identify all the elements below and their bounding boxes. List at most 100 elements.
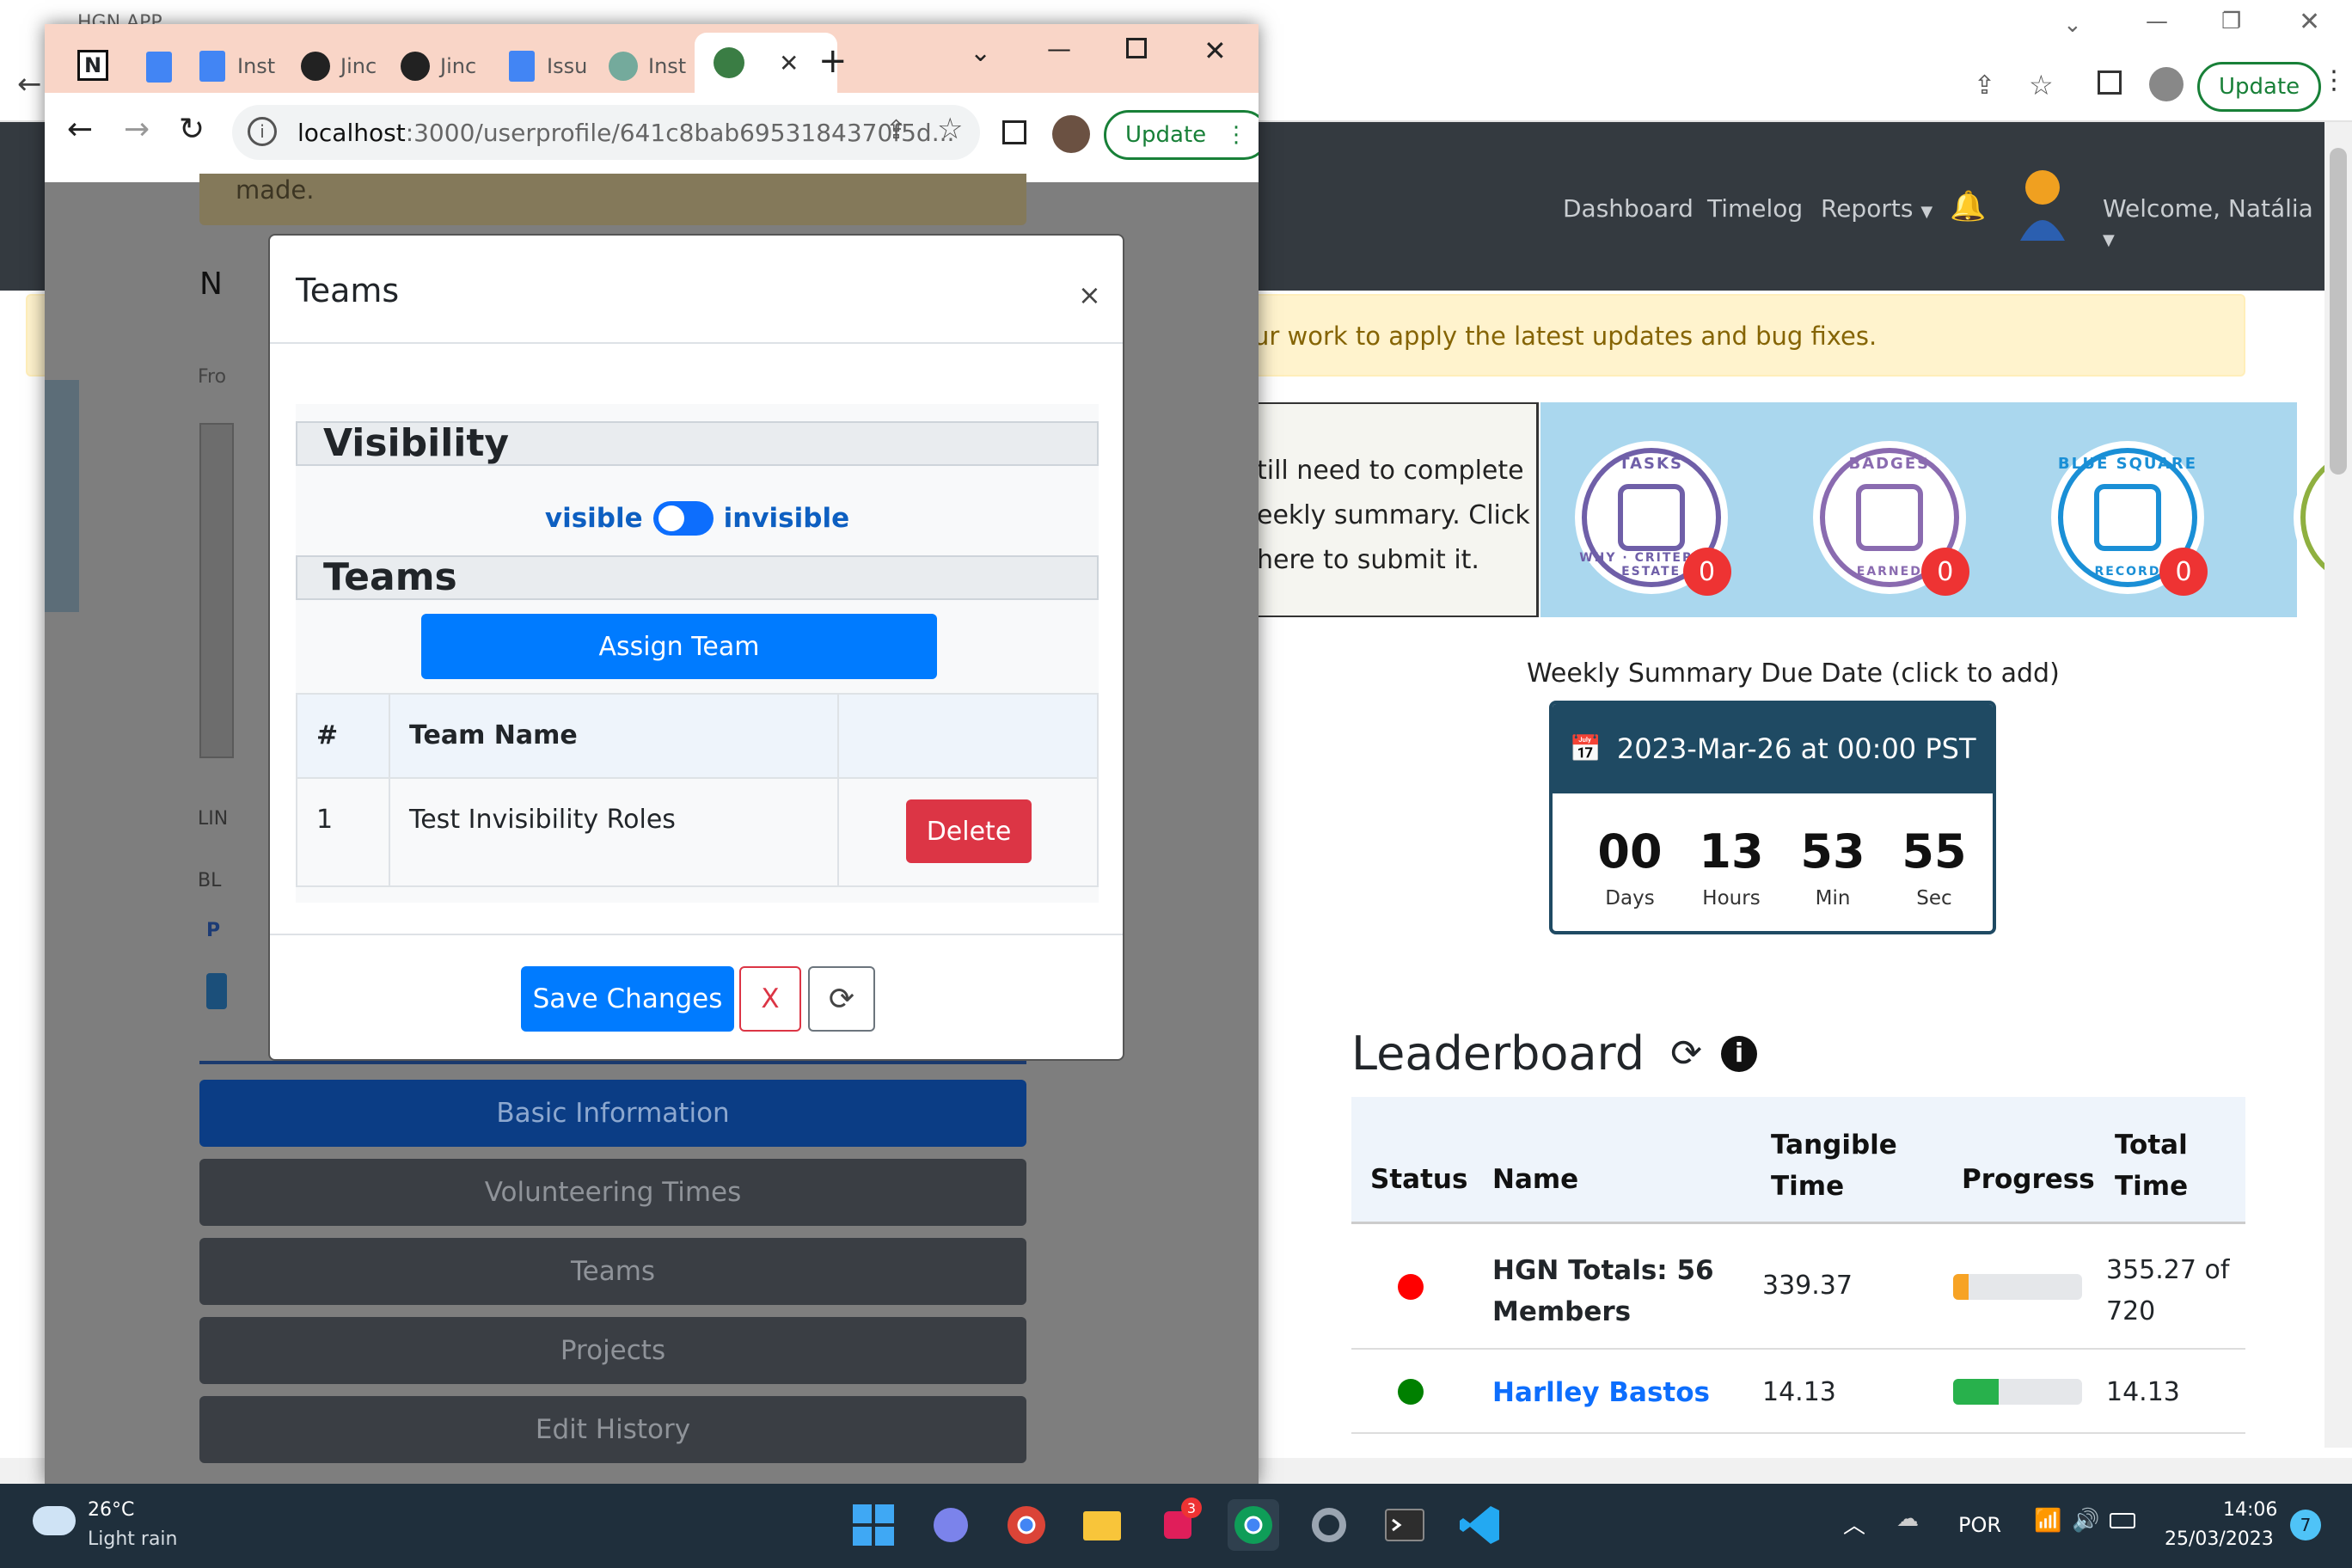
tab-active[interactable]: ✕ [695, 33, 837, 93]
info-icon[interactable]: i [1720, 1035, 1757, 1072]
volunteering-times-tab[interactable]: Volunteering Times [199, 1159, 1026, 1226]
clock-date[interactable]: 25/03/2023 [2165, 1528, 2274, 1550]
table-row[interactable]: HGN Totals: 56 Members 339.37 355.27 of 72… [1351, 1226, 2245, 1350]
update-button[interactable]: Update [2197, 62, 2322, 112]
wifi-icon[interactable]: 📶 [2034, 1508, 2061, 1534]
back-arrow-icon[interactable]: ← [17, 67, 42, 101]
col-progress[interactable]: Progress [1962, 1164, 2095, 1195]
notion-icon[interactable]: N [77, 50, 108, 81]
file-explorer-icon[interactable] [1076, 1499, 1128, 1551]
blue-square-record-badge[interactable]: BLUE SQUARE RECORD 0 [2051, 441, 2208, 596]
minimize-icon[interactable]: — [2146, 9, 2168, 34]
minimize-icon[interactable]: — [1047, 34, 1071, 63]
profile-avatar-icon[interactable] [2149, 67, 2184, 101]
name-line: HGN Totals: 56 [1492, 1255, 1714, 1286]
close-tab-icon[interactable]: ✕ [779, 49, 799, 77]
tasks-why-criteria-badge[interactable]: TASKS WHY · CRITERIA · ESTATE 0 [1574, 441, 1731, 596]
badges-earned-badge[interactable]: BADGES EARNED 0 [1812, 441, 1969, 596]
nav-dashboard[interactable]: Dashboard [1563, 194, 1694, 223]
new-tab-icon[interactable]: + [818, 41, 848, 81]
menu-kebab-icon[interactable]: ⋮ [2321, 65, 2347, 95]
weather-cloud-icon[interactable] [33, 1506, 76, 1535]
tab-inst-2[interactable]: Inst [609, 40, 686, 93]
table-row[interactable]: Harlley Bastos 14.13 14.13 [1351, 1350, 2245, 1434]
vscode-icon[interactable] [1455, 1499, 1506, 1551]
side-panel-icon[interactable] [1002, 120, 1026, 144]
vertical-scrollbar[interactable] [2324, 122, 2352, 1448]
maximize-icon[interactable] [1126, 38, 1147, 58]
menu-kebab-icon[interactable]: ⋮ [1225, 122, 1247, 148]
slack-icon[interactable]: 3 [1152, 1498, 1204, 1551]
col-team-name: Team Name [409, 720, 578, 750]
scrollbar-thumb[interactable] [2330, 148, 2347, 475]
close-window-icon[interactable]: ✕ [1204, 34, 1227, 67]
docs-tab-icon[interactable] [146, 52, 172, 83]
side-panel-icon[interactable] [2098, 70, 2122, 95]
tab-jinc-2[interactable]: Jinc [401, 40, 476, 93]
settings-gear-icon[interactable] [1303, 1499, 1355, 1551]
col-total[interactable]: Total Time [2115, 1124, 2218, 1207]
star-icon[interactable]: ☆ [937, 112, 963, 146]
back-arrow-icon[interactable]: ← [67, 112, 93, 147]
row-name-link[interactable]: Harlley Bastos [1492, 1377, 1710, 1408]
chrome-icon[interactable] [1001, 1499, 1052, 1551]
terminal-icon[interactable] [1379, 1499, 1430, 1551]
due-date-card[interactable]: 📅 2023-Mar-26 at 00:00 PST 00 Days 13 Hour… [1549, 701, 1996, 934]
cloud-off-icon[interactable]: ☁ [1896, 1506, 1919, 1532]
profile-image-fragment [199, 423, 234, 758]
modal-close-button[interactable]: × [1078, 279, 1101, 311]
weather-desc[interactable]: Light rain [88, 1528, 177, 1550]
language-indicator[interactable]: POR [1958, 1513, 2001, 1537]
profile-avatar-icon[interactable] [1052, 115, 1090, 153]
col-tangible[interactable]: Tangible Time [1771, 1124, 1908, 1207]
restore-icon[interactable]: ❐ [2221, 9, 2241, 34]
forward-arrow-icon[interactable]: → [124, 112, 150, 147]
notification-count[interactable]: 7 [2290, 1510, 2321, 1540]
nav-timelog[interactable]: Timelog [1707, 194, 1803, 223]
projects-tab[interactable]: Projects [199, 1317, 1026, 1384]
star-icon[interactable]: ☆ [2029, 69, 2054, 101]
fragment-text: Fro [198, 366, 227, 388]
chrome-active-icon[interactable] [1228, 1499, 1279, 1551]
row-name[interactable]: HGN Totals: 56 Members [1492, 1250, 1714, 1332]
bell-icon[interactable]: 🔔 [1950, 189, 1986, 224]
weekly-summary-reminder[interactable]: till need to complete eekly summary. Cli… [1238, 402, 1539, 617]
visibility-switch[interactable] [652, 501, 714, 536]
chevron-up-icon[interactable]: ︿ [1843, 1508, 1865, 1540]
address-bar[interactable]: i localhost:3000/userprofile/641c8bab695… [232, 105, 980, 160]
volume-icon[interactable]: 🔊 [2072, 1508, 2099, 1534]
update-button[interactable]: Update ⋮ [1104, 110, 1259, 160]
total-time: 355.27 of 720 [2106, 1250, 2229, 1332]
tab-inst-1[interactable]: Inst [199, 40, 275, 93]
assign-team-button[interactable]: Assign Team [421, 614, 937, 679]
chevron-down-icon[interactable]: ⌄ [970, 38, 991, 68]
tab-issu[interactable]: Issu [509, 40, 587, 93]
teams-chat-icon[interactable] [925, 1499, 977, 1551]
tab-jinc-1[interactable]: Jinc [301, 40, 377, 93]
windows-start-icon[interactable] [848, 1499, 899, 1551]
col-status[interactable]: Status [1370, 1164, 1467, 1195]
save-changes-button[interactable]: Save Changes [521, 966, 734, 1032]
edit-history-tab[interactable]: Edit History [199, 1396, 1026, 1463]
close-window-icon[interactable]: ✕ [2299, 7, 2320, 37]
due-date-label[interactable]: Weekly Summary Due Date (click to add) [1527, 658, 2060, 689]
share-icon[interactable]: ⇪ [1974, 70, 1995, 101]
cancel-x-button[interactable]: X [739, 966, 801, 1032]
refresh-button[interactable]: ⟳ [808, 966, 875, 1032]
col-name[interactable]: Name [1492, 1164, 1578, 1195]
battery-icon[interactable] [2110, 1513, 2135, 1528]
basic-information-tab[interactable]: Basic Information [199, 1080, 1026, 1147]
user-avatar-icon[interactable] [2017, 165, 2068, 242]
info-icon[interactable]: i [248, 117, 277, 146]
reload-icon[interactable]: ↻ [179, 112, 205, 147]
badge-top-text: BLUE SQUARE [2057, 455, 2198, 473]
nav-welcome[interactable]: Welcome, Natália ▼ [2103, 194, 2326, 251]
share-icon[interactable]: ⇪ [885, 115, 907, 145]
nav-reports[interactable]: Reports ▼ [1821, 194, 1932, 223]
weather-temp[interactable]: 26°C [88, 1499, 134, 1521]
delete-button[interactable]: Delete [906, 799, 1032, 863]
clock-time[interactable]: 14:06 [2223, 1499, 2277, 1521]
refresh-icon[interactable]: ⟳ [1670, 1032, 1702, 1075]
teams-tab[interactable]: Teams [199, 1238, 1026, 1305]
chevron-down-icon[interactable]: ⌄ [2063, 12, 2082, 38]
